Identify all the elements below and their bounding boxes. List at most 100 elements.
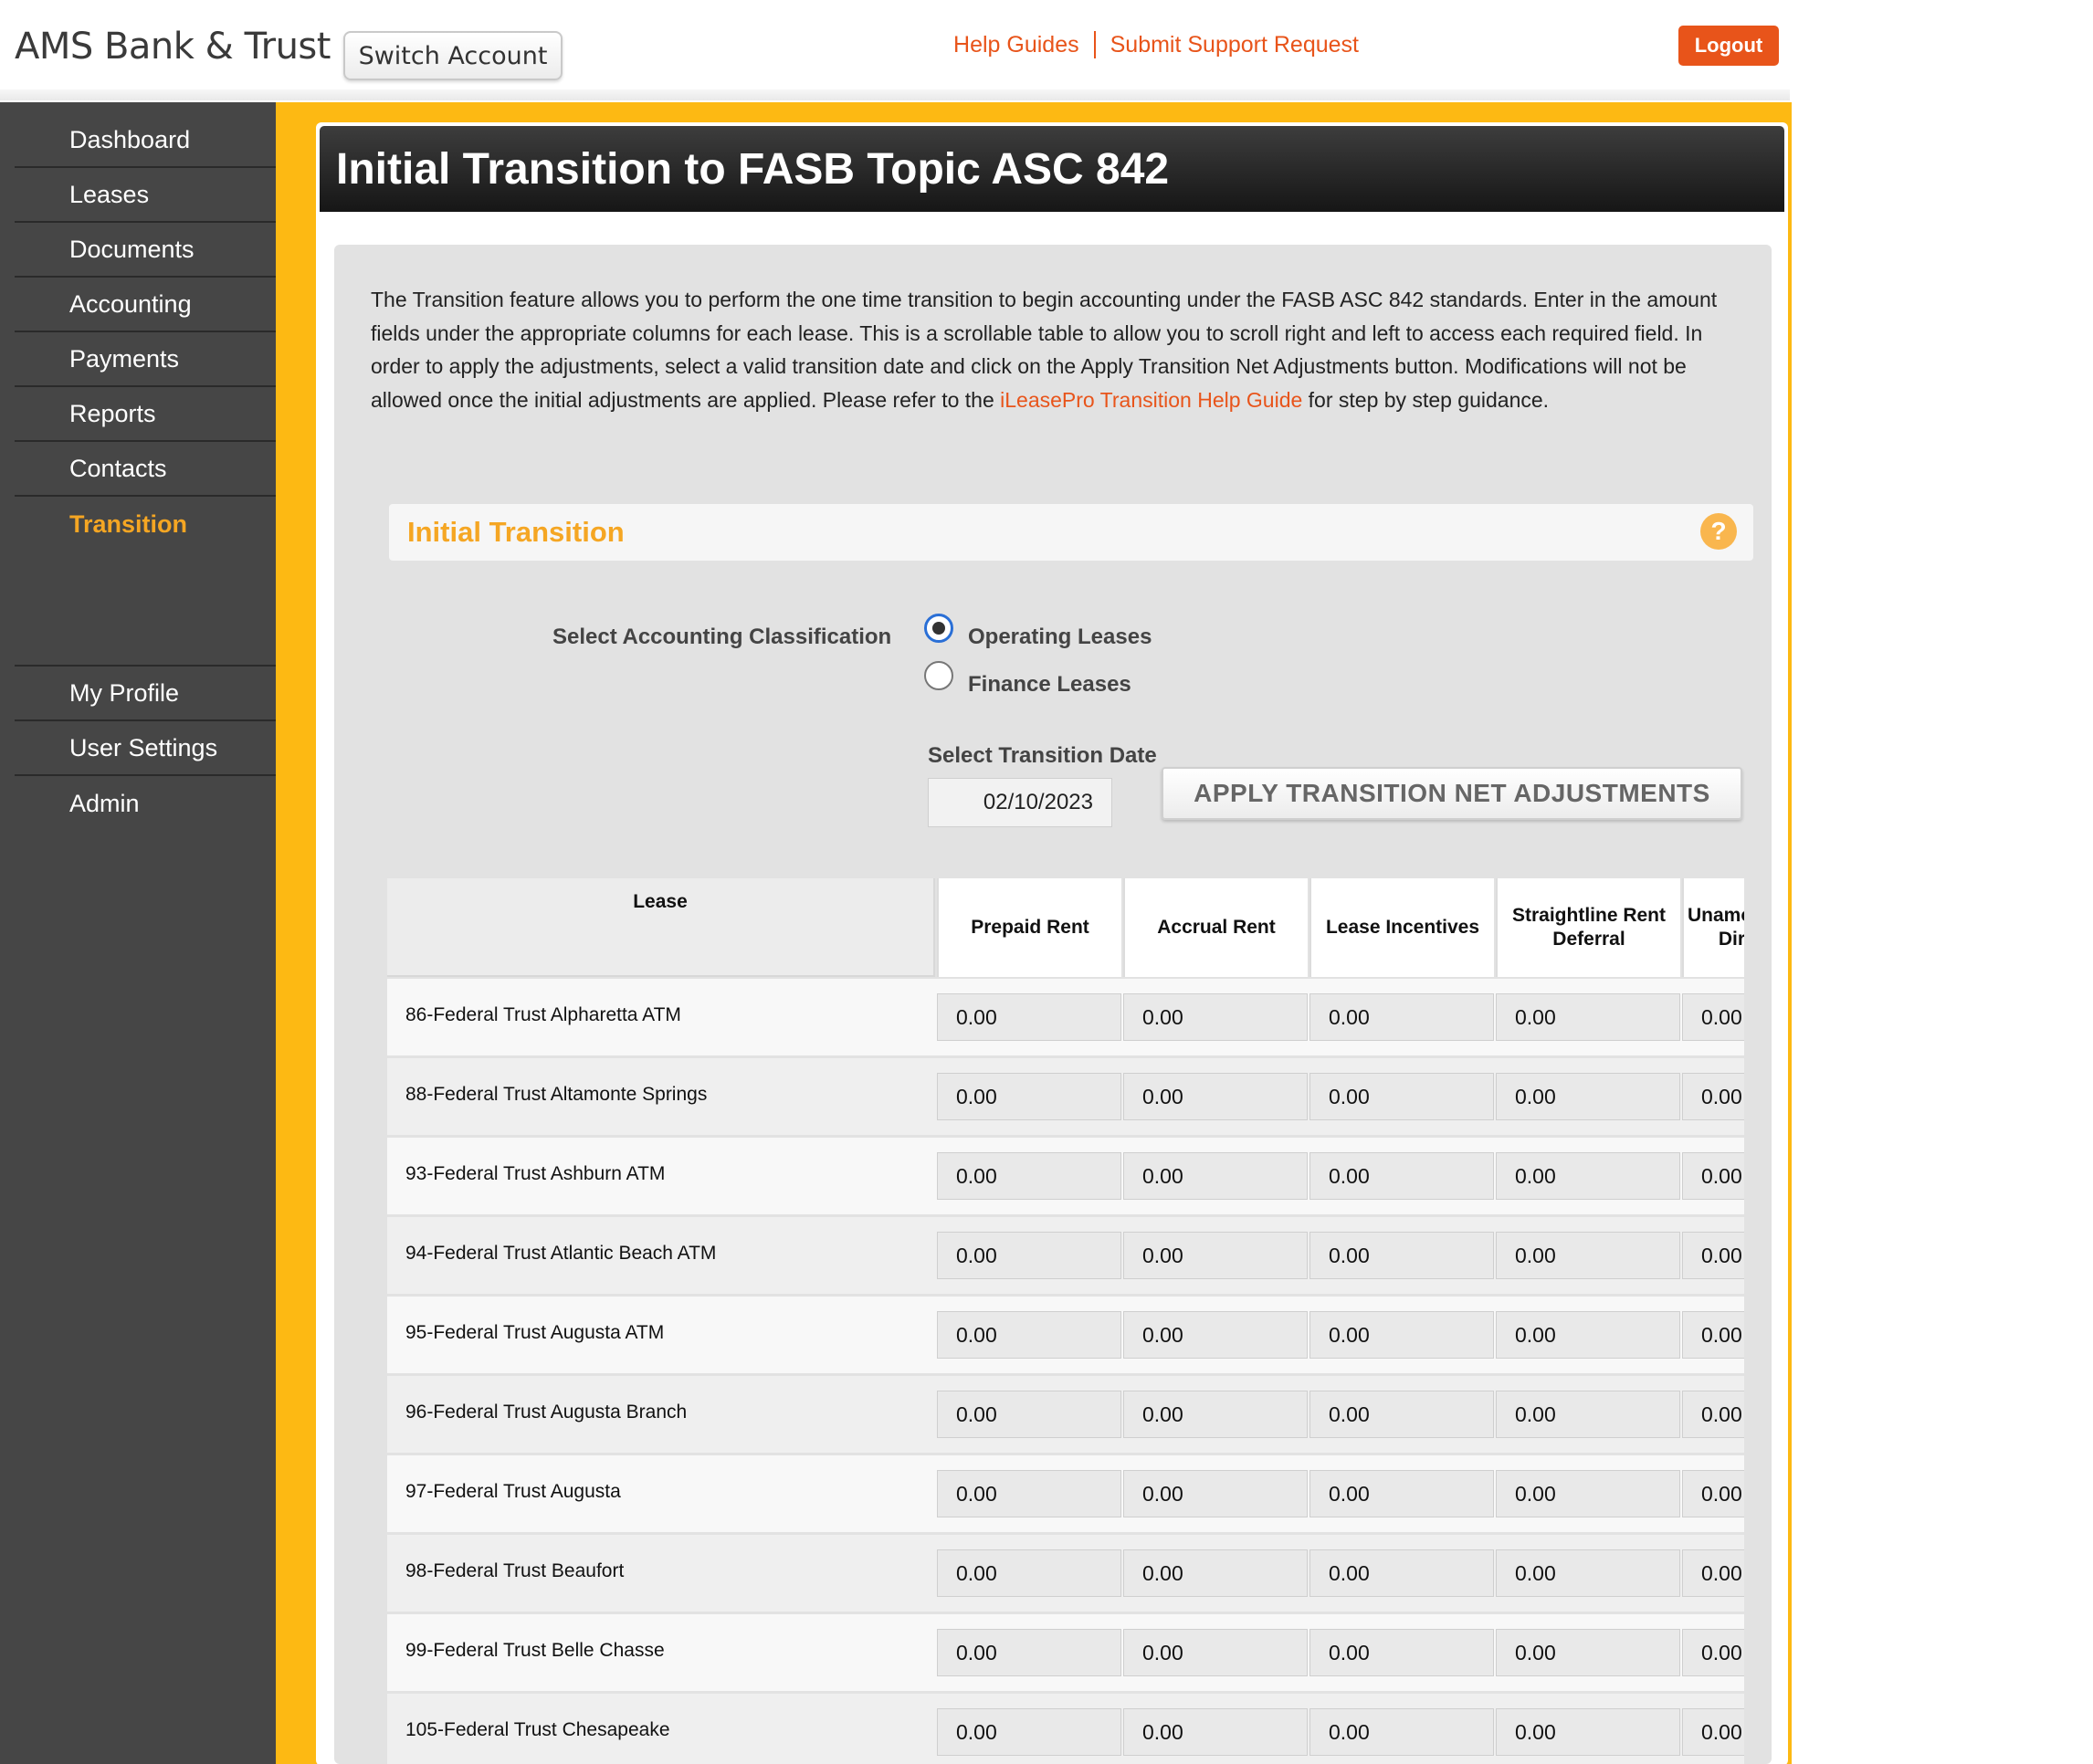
column-header-unamortized-direct: Unamortized Direct [1682, 878, 1744, 977]
brand-name: AMS Bank & Trust [15, 26, 331, 68]
lease-name: 93-Federal Trust Ashburn ATM [405, 1163, 666, 1184]
sidebar-item-payments[interactable]: Payments [15, 332, 276, 387]
amount-input[interactable]: 0.00 [1496, 993, 1680, 1041]
amount-input[interactable]: 0.00 [1123, 1073, 1308, 1120]
lease-name: 96-Federal Trust Augusta Branch [405, 1402, 688, 1423]
amount-input[interactable]: 0.00 [937, 1311, 1121, 1359]
amount-input[interactable]: 0.00 [1496, 1549, 1680, 1597]
amount-input[interactable]: 0.00 [937, 1470, 1121, 1517]
amount-input[interactable]: 0.00 [1496, 1311, 1680, 1359]
amount-input[interactable]: 0.00 [1682, 993, 1744, 1041]
amount-input[interactable]: 0.00 [937, 1391, 1121, 1438]
apply-adjustments-button[interactable]: APPLY TRANSITION NET ADJUSTMENTS [1162, 767, 1742, 820]
amount-input[interactable]: 0.00 [1123, 1708, 1308, 1756]
sidebar-item-transition[interactable]: Transition [15, 497, 276, 551]
amount-input[interactable]: 0.00 [1682, 1708, 1744, 1756]
amount-input[interactable]: 0.00 [937, 1232, 1121, 1279]
link-divider [1093, 31, 1096, 58]
amount-input[interactable]: 0.00 [1496, 1629, 1680, 1676]
table-row: 94-Federal Trust Atlantic Beach ATM 0.00 0… [387, 1217, 1744, 1296]
amount-input[interactable]: 0.00 [1309, 1708, 1494, 1756]
help-guide-link[interactable]: iLeasePro Transition Help Guide [1000, 388, 1302, 412]
section-title: Initial Transition [407, 516, 625, 548]
amount-input[interactable]: 0.00 [937, 993, 1121, 1041]
amount-input[interactable]: 0.00 [1123, 1549, 1308, 1597]
amount-input[interactable]: 0.00 [1123, 993, 1308, 1041]
amount-input[interactable]: 0.00 [937, 1549, 1121, 1597]
transition-date-input[interactable] [928, 778, 1112, 827]
sidebar: Dashboard Leases Documents Accounting Pa… [0, 102, 276, 1764]
help-icon[interactable]: ? [1700, 513, 1737, 550]
table-row: 105-Federal Trust Chesapeake 0.00 0.00 0.00… [387, 1694, 1744, 1764]
amount-input[interactable]: 0.00 [1123, 1391, 1308, 1438]
amount-input[interactable]: 0.00 [1682, 1152, 1744, 1200]
lease-name: 86-Federal Trust Alpharetta ATM [405, 1004, 681, 1025]
sidebar-item-user-settings[interactable]: User Settings [15, 721, 276, 776]
sidebar-item-leases[interactable]: Leases [15, 168, 276, 223]
logout-button[interactable]: Logout [1678, 26, 1779, 66]
sidebar-item-accounting[interactable]: Accounting [15, 278, 276, 332]
amount-input[interactable]: 0.00 [1496, 1391, 1680, 1438]
amount-input[interactable]: 0.00 [1123, 1470, 1308, 1517]
lease-name: 99-Federal Trust Belle Chasse [405, 1640, 665, 1661]
transition-date-label: Select Transition Date [928, 743, 1157, 768]
radio-label-finance-leases[interactable]: Finance Leases [968, 672, 1131, 698]
column-header-straightline-rent-deferral: Straightline Rent Deferral [1496, 878, 1680, 977]
sidebar-item-contacts[interactable]: Contacts [15, 442, 276, 497]
amount-input[interactable]: 0.00 [1123, 1629, 1308, 1676]
amount-input[interactable]: 0.00 [937, 1708, 1121, 1756]
amount-input[interactable]: 0.00 [1309, 1629, 1494, 1676]
amount-input[interactable]: 0.00 [1123, 1152, 1308, 1200]
amount-input[interactable]: 0.00 [1682, 1311, 1744, 1359]
amount-input[interactable]: 0.00 [1496, 1470, 1680, 1517]
table-row: 99-Federal Trust Belle Chasse 0.00 0.00 0.0… [387, 1614, 1744, 1693]
submit-support-link[interactable]: Submit Support Request [1110, 32, 1359, 58]
amount-input[interactable]: 0.00 [937, 1152, 1121, 1200]
amount-input[interactable]: 0.00 [1309, 1152, 1494, 1200]
amount-input[interactable]: 0.00 [1682, 1391, 1744, 1438]
switch-account-button[interactable]: Switch Account [343, 31, 563, 80]
sidebar-item-reports[interactable]: Reports [15, 387, 276, 442]
lease-name: 97-Federal Trust Augusta [405, 1481, 621, 1502]
table-row: 96-Federal Trust Augusta Branch 0.00 0.00 0… [387, 1376, 1744, 1454]
amount-input[interactable]: 0.00 [1309, 1073, 1494, 1120]
amount-input[interactable]: 0.00 [1309, 1549, 1494, 1597]
lease-name: 95-Federal Trust Augusta ATM [405, 1322, 665, 1343]
sidebar-item-my-profile[interactable]: My Profile [15, 667, 276, 721]
amount-input[interactable]: 0.00 [1496, 1708, 1680, 1756]
amount-input[interactable]: 0.00 [937, 1073, 1121, 1120]
table-row: 98-Federal Trust Beaufort 0.00 0.00 0.00 0.0… [387, 1535, 1744, 1613]
amount-input[interactable]: 0.00 [937, 1629, 1121, 1676]
amount-input[interactable]: 0.00 [1123, 1232, 1308, 1279]
amount-input[interactable]: 0.00 [1682, 1073, 1744, 1120]
column-header-prepaid-rent: Prepaid Rent [937, 878, 1121, 977]
amount-input[interactable]: 0.00 [1682, 1629, 1744, 1676]
amount-input[interactable]: 0.00 [1496, 1152, 1680, 1200]
amount-input[interactable]: 0.00 [1682, 1470, 1744, 1517]
amount-input[interactable]: 0.00 [1682, 1549, 1744, 1597]
radio-finance-leases[interactable] [924, 661, 953, 690]
radio-label-operating-leases[interactable]: Operating Leases [968, 625, 1152, 650]
column-header-accrual-rent: Accrual Rent [1123, 878, 1308, 977]
classification-label: Select Accounting Classification [552, 625, 892, 649]
sidebar-item-admin[interactable]: Admin [15, 776, 276, 831]
transition-table[interactable]: Lease Prepaid Rent Accrual Rent Lease In… [387, 878, 1744, 1764]
lease-name: 105-Federal Trust Chesapeake [405, 1719, 670, 1740]
sidebar-item-documents[interactable]: Documents [15, 223, 276, 278]
amount-input[interactable]: 0.00 [1309, 1232, 1494, 1279]
amount-input[interactable]: 0.00 [1309, 1391, 1494, 1438]
amount-input[interactable]: 0.00 [1496, 1232, 1680, 1279]
amount-input[interactable]: 0.00 [1496, 1073, 1680, 1120]
sidebar-item-dashboard[interactable]: Dashboard [15, 113, 276, 168]
amount-input[interactable]: 0.00 [1309, 993, 1494, 1041]
amount-input[interactable]: 0.00 [1309, 1470, 1494, 1517]
top-links: Help Guides Submit Support Request [953, 31, 1359, 58]
title-bar: Initial Transition to FASB Topic ASC 842 [320, 126, 1784, 212]
help-guides-link[interactable]: Help Guides [953, 32, 1079, 58]
radio-operating-leases[interactable] [924, 614, 953, 643]
lease-name: 88-Federal Trust Altamonte Springs [405, 1084, 708, 1105]
amount-input[interactable]: 0.00 [1123, 1311, 1308, 1359]
amount-input[interactable]: 0.00 [1309, 1311, 1494, 1359]
section-header: Initial Transition ? [389, 504, 1753, 561]
amount-input[interactable]: 0.00 [1682, 1232, 1744, 1279]
